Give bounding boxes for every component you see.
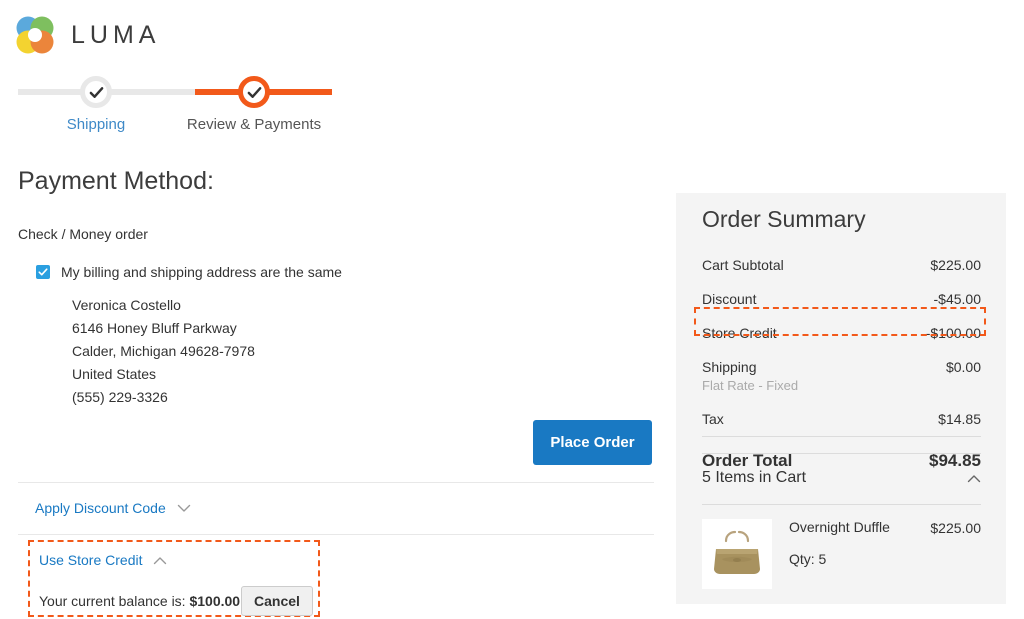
store-credit-balance-row: Your current balance is: $100.00 Cancel [39, 586, 313, 616]
place-order-button[interactable]: Place Order [533, 420, 652, 465]
total-row-shipping: Shipping Flat Rate - Fixed $0.00 [702, 350, 981, 402]
shipping-label: Shipping [702, 359, 757, 375]
step-label-review-payments: Review & Payments [187, 116, 321, 133]
step-marker-shipping[interactable] [80, 76, 112, 108]
billing-same-as-shipping-row[interactable]: My billing and shipping address are the … [36, 264, 654, 280]
use-store-credit-toggle[interactable]: Use Store Credit [39, 552, 167, 568]
chevron-up-icon [967, 474, 981, 483]
address-line: 6146 Honey Bluff Parkway [72, 317, 654, 340]
total-row-store-credit: Store Credit -$100.00 [702, 316, 981, 350]
site-logo[interactable]: LUMA [14, 14, 160, 56]
section-divider [18, 482, 654, 483]
total-value: $14.85 [879, 402, 981, 437]
use-store-credit-label: Use Store Credit [39, 552, 142, 568]
apply-discount-code-label: Apply Discount Code [35, 500, 166, 516]
store-credit-balance-amount: $100.00 [189, 593, 240, 609]
billing-same-checkbox-label: My billing and shipping address are the … [61, 264, 342, 280]
cart-item: Overnight Duffle Qty: 5 $225.00 [702, 504, 981, 589]
check-icon [38, 267, 48, 277]
step-label-shipping[interactable]: Shipping [67, 116, 125, 133]
total-label: Tax [702, 402, 879, 437]
cart-item-info: Overnight Duffle Qty: 5 [789, 519, 930, 567]
total-label: Store Credit [702, 316, 879, 350]
order-summary-title: Order Summary [702, 206, 866, 233]
step-marker-review-payments[interactable] [238, 76, 270, 108]
luma-rings-logo-icon [14, 14, 56, 56]
checkout-progress-bar: Shipping Review & Payments [18, 76, 338, 136]
cart-items-count-label: 5 Items in Cart [702, 469, 806, 487]
store-credit-balance-label: Your current balance is: [39, 593, 186, 609]
store-credit-balance-text: Your current balance is: $100.00 [39, 593, 240, 609]
cancel-store-credit-button[interactable]: Cancel [241, 586, 313, 616]
use-store-credit-section: Use Store Credit Your current balance is… [28, 540, 320, 617]
shipping-method-name: Flat Rate - Fixed [702, 378, 879, 393]
total-value: $225.00 [879, 248, 981, 282]
total-label: Shipping Flat Rate - Fixed [702, 350, 879, 402]
address-line: (555) 229-3326 [72, 386, 654, 409]
cart-item-price: $225.00 [930, 519, 981, 536]
address-line: Veronica Costello [72, 294, 654, 317]
chevron-up-icon [153, 556, 167, 565]
billing-address-block: My billing and shipping address are the … [36, 264, 654, 409]
total-row-cart-subtotal: Cart Subtotal $225.00 [702, 248, 981, 282]
total-value: -$45.00 [879, 282, 981, 316]
section-divider [18, 534, 654, 535]
billing-same-checkbox[interactable] [36, 265, 50, 279]
cart-items-section: 5 Items in Cart Overni [702, 453, 981, 589]
billing-address-lines: Veronica Costello 6146 Honey Bluff Parkw… [72, 294, 654, 409]
payment-section: Payment Method: Check / Money order My b… [18, 168, 654, 409]
cart-item-list: Overnight Duffle Qty: 5 $225.00 [702, 504, 981, 589]
payment-method-label: Check / Money order [18, 226, 654, 242]
cart-items-toggle[interactable]: 5 Items in Cart [702, 453, 981, 487]
cart-item-qty: Qty: 5 [789, 551, 930, 567]
order-summary-panel: Order Summary Cart Subtotal $225.00 Disc… [676, 193, 1006, 604]
address-line: Calder, Michigan 49628-7978 [72, 340, 654, 363]
chevron-down-icon [177, 504, 191, 513]
total-label: Cart Subtotal [702, 248, 879, 282]
order-totals-table: Cart Subtotal $225.00 Discount -$45.00 S… [702, 248, 981, 483]
apply-discount-code-toggle[interactable]: Apply Discount Code [35, 500, 191, 516]
address-line: United States [72, 363, 654, 386]
total-value: $0.00 [879, 350, 981, 402]
cart-item-name: Overnight Duffle [789, 519, 890, 535]
page-title: Payment Method: [18, 168, 654, 196]
check-icon [247, 85, 262, 100]
duffle-bag-thumbnail-icon [702, 519, 772, 589]
logo-wordmark: LUMA [71, 21, 160, 50]
total-row-discount: Discount -$45.00 [702, 282, 981, 316]
check-icon [89, 85, 104, 100]
total-value: -$100.00 [879, 316, 981, 350]
total-label: Discount [702, 282, 879, 316]
total-row-tax: Tax $14.85 [702, 402, 981, 437]
